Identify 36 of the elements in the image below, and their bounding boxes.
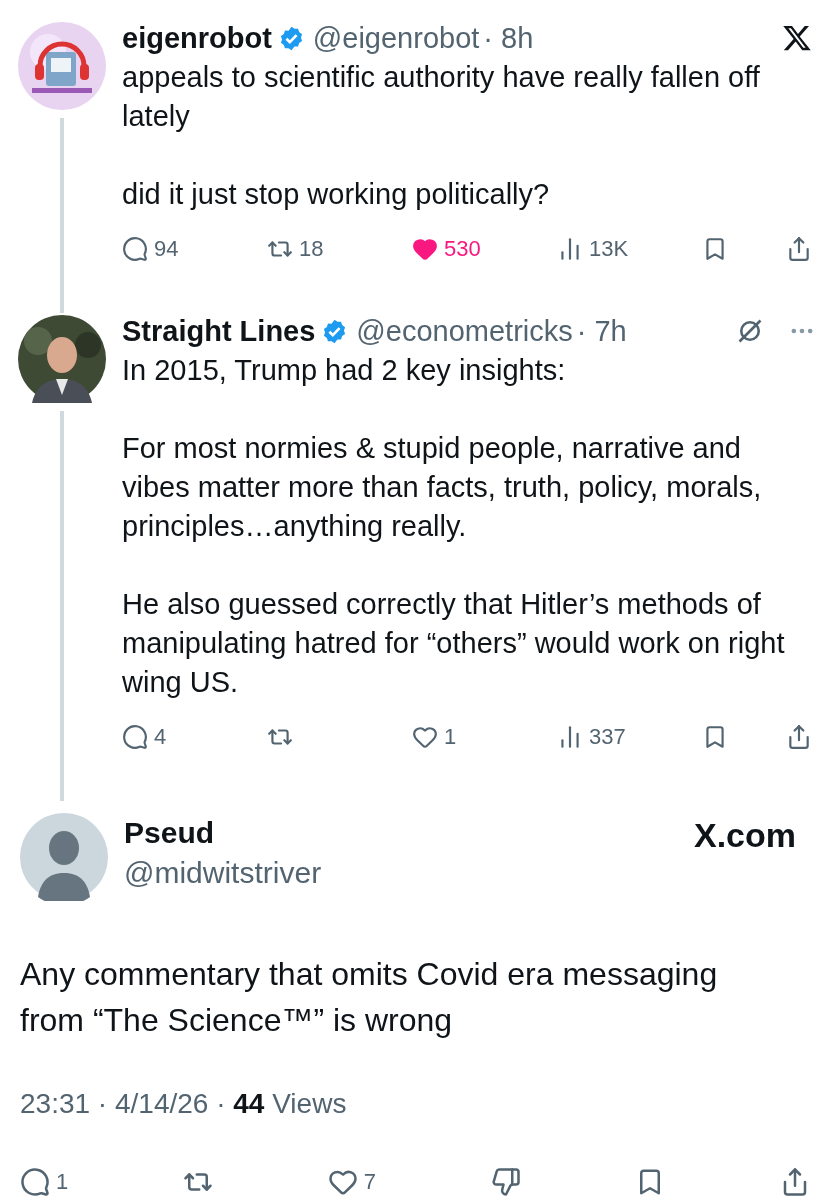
- share-button[interactable]: [786, 235, 812, 262]
- x-logo-icon: [782, 23, 812, 53]
- author-name[interactable]: Straight Lines: [122, 313, 316, 349]
- dislike-button[interactable]: [490, 1166, 521, 1197]
- author-handle[interactable]: @eigenrobot: [312, 20, 480, 56]
- post-text: did it just stop working politically?: [122, 177, 551, 212]
- share-icon: [786, 723, 812, 750]
- site-label: X.com: [693, 815, 796, 855]
- speech-bubble-icon: [20, 1166, 50, 1197]
- post-time: · 7h: [576, 314, 627, 349]
- share-icon: [786, 235, 812, 262]
- speech-bubble-icon: [122, 723, 148, 750]
- slashed-circle-icon[interactable]: [736, 317, 764, 345]
- reply-button[interactable]: 1: [20, 1165, 69, 1198]
- views-button[interactable]: 337: [557, 720, 626, 753]
- author-handle[interactable]: @econometricks: [356, 313, 573, 349]
- post-text: In 2015, Trump had 2 key insights:: [122, 353, 567, 388]
- post-text: For most normies & stupid people, narrative and vibes matter more than facts, truth, policy, morals, principles…anything really.: [122, 431, 763, 544]
- author-name[interactable]: Pseud: [124, 813, 322, 853]
- thumbs-down-icon: [490, 1166, 521, 1197]
- post-text: appeals to scientific authority have really fallen off lately: [122, 60, 761, 134]
- reply-button[interactable]: 4: [122, 720, 167, 753]
- share-button[interactable]: [786, 723, 812, 750]
- reply-button[interactable]: 94: [122, 232, 179, 265]
- like-button[interactable]: 1: [412, 720, 457, 753]
- author-handle[interactable]: @midwitstriver: [124, 853, 322, 893]
- speech-bubble-icon: [122, 235, 148, 262]
- post-meta: 23:31 · 4/14/26 · 44 Views: [20, 1087, 348, 1121]
- like-button[interactable]: 530: [412, 232, 481, 265]
- like-button[interactable]: 7: [327, 1165, 376, 1198]
- post-text: He also guessed correctly that Hitler’s methods of manipulating hatred for “others” would work on right wing US.: [122, 587, 786, 700]
- author-name[interactable]: eigenrobot: [122, 20, 272, 56]
- repost-button[interactable]: 18: [267, 232, 324, 265]
- post-time: · 8h: [483, 21, 534, 56]
- reply-text: Any commentary that omits Covid era messaging from “The Science™” is wrong: [20, 955, 719, 1040]
- views-button[interactable]: 13K: [557, 232, 629, 265]
